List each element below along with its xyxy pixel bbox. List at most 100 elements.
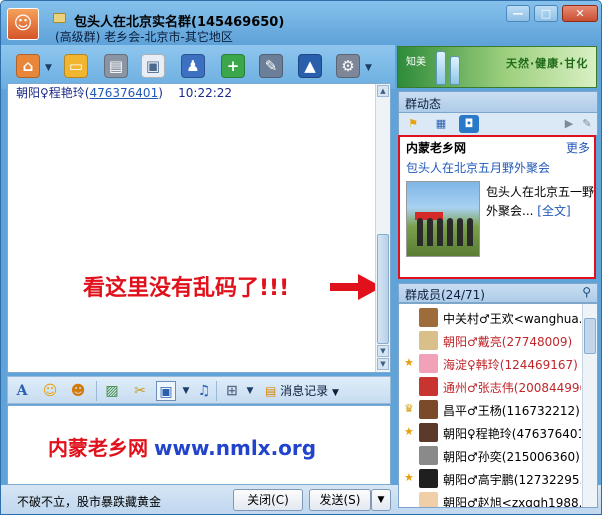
graduation-icon: ▲ bbox=[298, 54, 322, 78]
input-toolbar: A ☺ ☻ ▨ ✂ ▣ ▼ ♫ ⊞ ▼ ▤ 消息记录 ▼ bbox=[7, 376, 391, 404]
member-avatar bbox=[419, 331, 438, 350]
wrench-icon[interactable]: ✎ bbox=[577, 115, 597, 133]
group-feed-tabs: ⚑ ▦ ◘ ▶ ✎ bbox=[398, 113, 598, 135]
banner-slogan: 天然·健康·甘化 bbox=[506, 57, 589, 70]
apps-button[interactable]: ♟ bbox=[178, 51, 208, 81]
font-icon[interactable]: A bbox=[12, 381, 32, 401]
emoji-icon[interactable]: ☺ bbox=[40, 381, 60, 401]
member-row[interactable]: ★ 海淀♀韩玲(124469167) bbox=[399, 352, 581, 375]
photo-person bbox=[467, 218, 473, 246]
scroll-end-icon[interactable]: ▼ bbox=[377, 358, 389, 370]
member-row[interactable]: 朝阳♂孙奕(215006360) bbox=[399, 444, 581, 467]
minimize-button[interactable]: — bbox=[506, 5, 530, 22]
tools-button[interactable]: ✎ bbox=[256, 51, 286, 81]
scroll-down-icon[interactable]: ▼ bbox=[377, 345, 389, 357]
card-icon: ▣ bbox=[141, 54, 165, 78]
message-sender: 朝阳♀程艳玲( bbox=[16, 86, 90, 100]
members-scroll-thumb[interactable] bbox=[584, 318, 596, 354]
home-button[interactable]: ⌂ bbox=[13, 51, 43, 81]
more-tools-dropdown-icon[interactable]: ▼ bbox=[240, 381, 260, 401]
scroll-thumb[interactable] bbox=[377, 234, 389, 344]
home-dropdown-icon[interactable]: ▼ bbox=[45, 63, 52, 73]
member-row[interactable]: ★ 朝阳♀程艳玲(476376401) bbox=[399, 421, 581, 444]
window-subtitle: (高级群) 老乡会-北京市-其它地区 bbox=[55, 30, 233, 44]
close-button[interactable]: 关闭(C) bbox=[233, 489, 303, 511]
input-ad-text: 内蒙老乡网 www.nmlx.org bbox=[48, 432, 316, 461]
business-card-button[interactable]: ▣ bbox=[138, 51, 168, 81]
ad-site-name: 内蒙老乡网 bbox=[48, 436, 148, 460]
send-button[interactable]: 发送(S) bbox=[309, 489, 371, 511]
member-row[interactable]: 通州♂张志伟(200844996) bbox=[399, 375, 581, 398]
toolbar-divider bbox=[96, 381, 97, 401]
send-options-dropdown[interactable]: ▼ bbox=[371, 489, 391, 511]
star-icon: ★ bbox=[404, 471, 414, 484]
add-icon: + bbox=[221, 54, 245, 78]
members-list[interactable]: 中关村♂王欢<wanghua... 朝阳♂戴亮(27748009) ★ 海淀♀韩… bbox=[398, 303, 598, 508]
tab-next-icon[interactable]: ▶ bbox=[559, 115, 579, 133]
status-text[interactable]: 不破不立，股市暴跌藏黄金 bbox=[17, 493, 161, 510]
music-icon[interactable]: ♫ bbox=[194, 381, 214, 401]
sender-qq-link[interactable]: 476376401 bbox=[89, 86, 158, 100]
notebook-button[interactable]: ▤ bbox=[101, 51, 131, 81]
tab-announcement-icon[interactable]: ⚑ bbox=[403, 115, 423, 133]
member-row[interactable]: 朝阳♂戴亮(27748009) bbox=[399, 329, 581, 352]
member-avatar bbox=[419, 400, 438, 419]
screen-share-dropdown-icon[interactable]: ▼ bbox=[176, 381, 196, 401]
photo-person bbox=[427, 218, 433, 246]
group-feed-title: 群动态 bbox=[405, 97, 442, 111]
qq-group-chat-window: ☺ 包头人在北京实名群(145469650) (高级群) 老乡会-北京市-其它地… bbox=[0, 0, 602, 515]
maximize-button[interactable]: □ bbox=[534, 5, 558, 22]
star-icon: ★ bbox=[404, 425, 414, 438]
add-button[interactable]: + bbox=[218, 51, 248, 81]
settings-button[interactable]: ⚙ bbox=[333, 51, 363, 81]
message-time: 10:22:22 bbox=[178, 86, 233, 100]
member-row[interactable]: 中关村♂王欢<wanghua... bbox=[399, 306, 581, 329]
chat-history[interactable]: 朝阳♀程艳玲(476376401) 10:22:22 看这里没有乱码了!!! ▲… bbox=[7, 83, 391, 373]
message-input[interactable]: 内蒙老乡网 www.nmlx.org bbox=[7, 405, 391, 485]
photo-person bbox=[437, 218, 443, 246]
shared-files-button[interactable]: ▭ bbox=[61, 51, 91, 81]
tab-group-icon[interactable]: ▦ bbox=[431, 115, 451, 133]
group-feed-header: 群动态 bbox=[398, 91, 598, 113]
screenshot-icon[interactable]: ✂ bbox=[130, 381, 150, 401]
close-window-button[interactable]: ✕ bbox=[562, 5, 598, 22]
crown-icon: ♛ bbox=[404, 402, 414, 415]
scroll-up-icon[interactable]: ▲ bbox=[377, 85, 389, 97]
news-photo[interactable] bbox=[406, 181, 480, 257]
ad-banner[interactable]: 知美 天然·健康·甘化 bbox=[397, 46, 597, 88]
toolbar-divider bbox=[216, 381, 217, 401]
photo-person bbox=[447, 218, 453, 246]
member-name: 朝阳♀程艳玲(476376401) bbox=[443, 427, 581, 441]
more-tools-icon[interactable]: ⊞ bbox=[222, 381, 242, 401]
screen-share-icon[interactable]: ▣ bbox=[156, 381, 176, 401]
message-header: 朝阳♀程艳玲(476376401) 10:22:22 bbox=[16, 84, 232, 101]
notebook-icon: ▤ bbox=[104, 54, 128, 78]
settings-dropdown-icon[interactable]: ▼ bbox=[365, 63, 372, 73]
tools-icon: ✎ bbox=[259, 54, 283, 78]
banner-brand: 知美 bbox=[406, 57, 426, 68]
message-sender-close: ) bbox=[158, 86, 163, 100]
members-scrollbar[interactable] bbox=[582, 304, 597, 507]
home-icon: ⌂ bbox=[16, 54, 40, 78]
group-avatar[interactable]: ☺ bbox=[7, 8, 39, 40]
news-more-link[interactable]: 更多 bbox=[566, 139, 590, 156]
news-full-link[interactable]: [全文] bbox=[537, 204, 570, 218]
title-bar[interactable]: ☺ 包头人在北京实名群(145469650) (高级群) 老乡会-北京市-其它地… bbox=[1, 1, 601, 45]
chat-scrollbar[interactable]: ▲ ▼ ▼ bbox=[375, 84, 390, 372]
magic-face-icon[interactable]: ☻ bbox=[68, 381, 88, 401]
member-row[interactable]: ♛ 昌平♂王杨(116732212) bbox=[399, 398, 581, 421]
star-icon: ★ bbox=[404, 356, 414, 369]
tab-chat-bubble-icon[interactable]: ◘ bbox=[459, 115, 479, 133]
member-row[interactable]: 朝阳♂赵旭<zxggh1988... bbox=[399, 490, 581, 508]
member-avatar bbox=[419, 469, 438, 488]
member-row[interactable]: ★ 朝阳♂高宇鹏(12732295... bbox=[399, 467, 581, 490]
member-name: 朝阳♂赵旭<zxggh1988... bbox=[443, 496, 581, 508]
apps-icon: ♟ bbox=[181, 54, 205, 78]
news-headline-link[interactable]: 包头人在北京五月野外聚会 bbox=[406, 159, 550, 176]
course-button[interactable]: ▲ bbox=[295, 51, 325, 81]
search-icon[interactable]: ⚲ bbox=[582, 285, 591, 299]
message-record-button[interactable]: ▤ 消息记录 ▼ bbox=[265, 382, 339, 399]
member-avatar bbox=[419, 308, 438, 327]
image-icon[interactable]: ▨ bbox=[102, 381, 122, 401]
member-name: 朝阳♂高宇鹏(12732295... bbox=[443, 473, 581, 487]
